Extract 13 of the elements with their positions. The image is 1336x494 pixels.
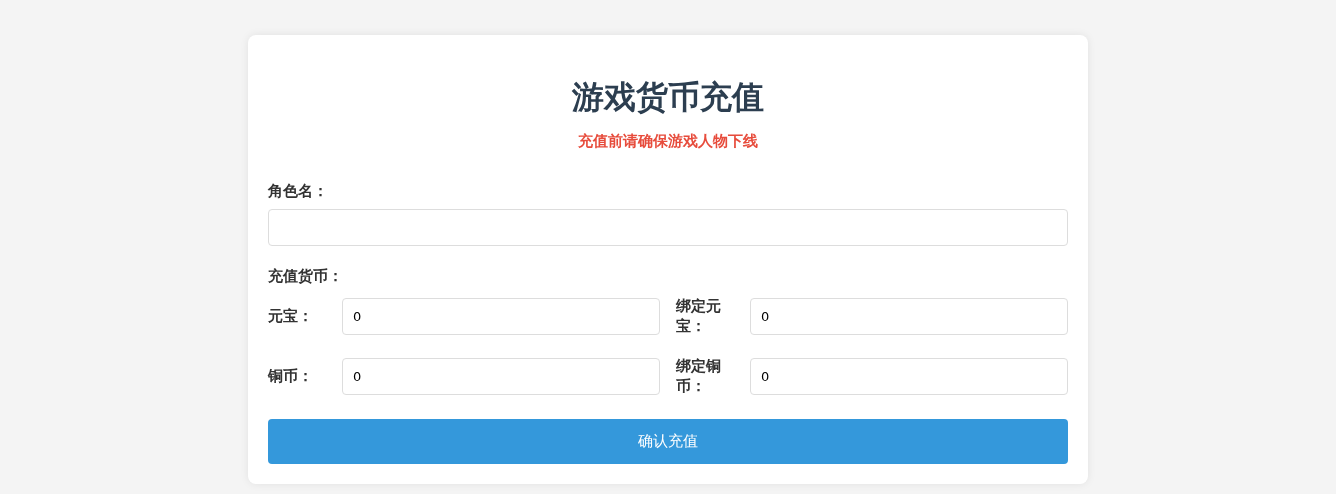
page-title: 游戏货币充值 (571, 77, 765, 117)
field-label: 元宝： (268, 306, 314, 326)
section-label: 充值货币： (268, 266, 343, 286)
field-label: 绑定元宝： (676, 296, 722, 336)
warning-text: 充值前请确保游戏人物下线 (577, 131, 759, 151)
input-field[interactable] (268, 209, 1068, 246)
input-field[interactable]: 0 (342, 357, 660, 395)
input-field[interactable]: 0 (750, 297, 1068, 335)
input-field[interactable]: 0 (342, 297, 660, 335)
field-label: 铜币： (268, 366, 314, 386)
input-field[interactable]: 0 (750, 357, 1068, 395)
field-label: 绑定铜币： (676, 356, 722, 396)
field-label: 角色名： (268, 181, 328, 201)
